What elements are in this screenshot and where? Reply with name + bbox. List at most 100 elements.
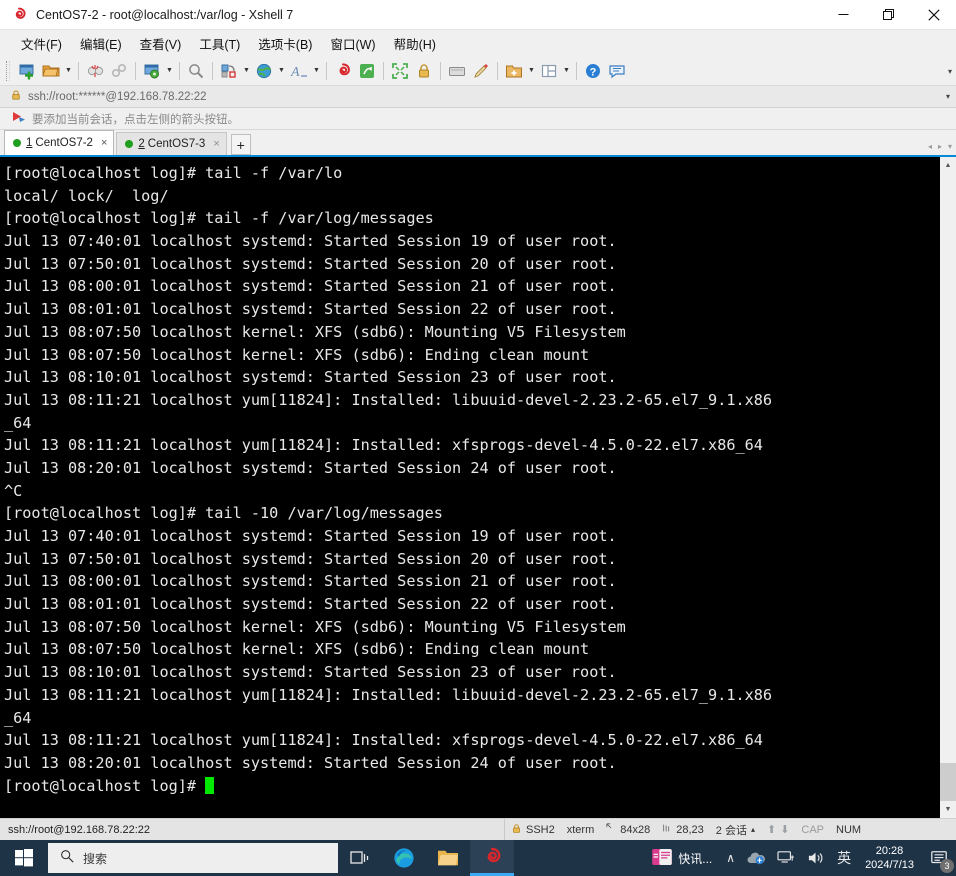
tab-centos7-3[interactable]: 2 CentOS7-3 × bbox=[116, 132, 227, 155]
scroll-up-icon[interactable]: ▲ bbox=[940, 157, 956, 174]
tab-number: 2 bbox=[138, 138, 145, 150]
toolbar-overflow-icon[interactable]: ▾ bbox=[948, 56, 952, 86]
menu-edit[interactable]: 编辑(E) bbox=[71, 31, 131, 56]
terminal-line: Jul 13 08:00:01 localhost systemd: Start… bbox=[4, 572, 617, 591]
minimize-button[interactable] bbox=[821, 0, 866, 30]
status-protocol: SSH2 bbox=[505, 819, 561, 841]
start-windows-icon[interactable] bbox=[0, 840, 48, 876]
tab-status-dot-icon bbox=[13, 139, 21, 147]
keyboard-icon[interactable] bbox=[445, 59, 469, 83]
session-properties-icon[interactable] bbox=[140, 59, 164, 83]
disconnect-icon[interactable] bbox=[83, 59, 107, 83]
window-controls bbox=[821, 0, 956, 30]
terminal-line: Jul 13 08:11:21 localhost yum[11824]: In… bbox=[4, 731, 763, 750]
fullscreen-icon[interactable] bbox=[388, 59, 412, 83]
tab-number: 1 bbox=[26, 137, 33, 149]
scrollbar-thumb[interactable] bbox=[940, 763, 956, 801]
red-arrow-icon[interactable] bbox=[12, 110, 26, 128]
xshell-spiral-icon bbox=[6, 0, 32, 30]
link-icon[interactable] bbox=[107, 59, 131, 83]
open-folder-icon[interactable] bbox=[39, 59, 63, 83]
tab-list-menu-icon[interactable]: ▾ bbox=[948, 142, 952, 151]
xshell-icon[interactable] bbox=[331, 59, 355, 83]
menu-tools[interactable]: 工具(T) bbox=[190, 31, 249, 56]
terminal-area: [root@localhost log]# tail -f /var/lo loc… bbox=[0, 155, 956, 818]
status-bar: ssh://root@192.168.78.22:22 SSH2 xterm 8… bbox=[0, 818, 956, 841]
session-count-caret-icon[interactable]: ▴ bbox=[751, 825, 755, 834]
terminal-line: Jul 13 07:50:01 localhost systemd: Start… bbox=[4, 254, 617, 273]
toolbar-grip[interactable] bbox=[6, 60, 10, 81]
status-protocol-label: SSH2 bbox=[526, 823, 555, 836]
status-cursor-label: 28,23 bbox=[676, 823, 704, 836]
scrollbar-track[interactable] bbox=[940, 174, 956, 801]
hint-bar: 要添加当前会话，点击左侧的箭头按钮。 bbox=[0, 108, 956, 130]
terminal-line: Jul 13 08:07:50 localhost kernel: XFS (s… bbox=[4, 640, 590, 659]
menu-window[interactable]: 窗口(W) bbox=[321, 31, 384, 56]
task-view-icon[interactable] bbox=[338, 840, 382, 876]
font-dropdown-icon[interactable]: ▼ bbox=[311, 59, 322, 83]
address-bar[interactable]: ssh://root:******@192.168.78.22:22 ▾ bbox=[0, 86, 956, 108]
globe-dropdown-icon[interactable]: ▼ bbox=[276, 59, 287, 83]
transfer-dropdown-icon[interactable]: ▼ bbox=[241, 59, 252, 83]
new-session-icon[interactable] bbox=[15, 59, 39, 83]
file-explorer-icon[interactable] bbox=[426, 840, 470, 876]
open-folder-dropdown-icon[interactable]: ▼ bbox=[63, 59, 74, 83]
status-session-count-label: 2 会话 bbox=[715, 824, 747, 837]
lock-icon[interactable] bbox=[412, 59, 436, 83]
volume-icon[interactable] bbox=[801, 840, 831, 876]
layout-dropdown-icon[interactable]: ▼ bbox=[561, 59, 572, 83]
layout-icon[interactable] bbox=[537, 59, 561, 83]
terminal-line: Jul 13 07:40:01 localhost systemd: Start… bbox=[4, 527, 617, 545]
tab-centos7-2[interactable]: 1 CentOS7-2 × bbox=[4, 130, 115, 155]
toolbar: ▼ ▼ ▼ ▼ A ▼ ▼ ▼ ? ▾ bbox=[0, 56, 956, 86]
network-icon[interactable] bbox=[771, 840, 801, 876]
session-properties-dropdown-icon[interactable]: ▼ bbox=[164, 59, 175, 83]
close-button[interactable] bbox=[911, 0, 956, 30]
find-icon[interactable] bbox=[184, 59, 208, 83]
lock-icon bbox=[511, 823, 522, 837]
tab-close-icon[interactable]: × bbox=[101, 137, 107, 149]
status-session-count[interactable]: 2 会话 ▴ bbox=[710, 819, 761, 841]
add-folder-dropdown-icon[interactable]: ▼ bbox=[526, 59, 537, 83]
edge-browser-icon[interactable] bbox=[382, 840, 426, 876]
toolbar-separator bbox=[78, 61, 79, 80]
download-arrow-icon: ⬇ bbox=[780, 824, 790, 836]
ime-indicator[interactable]: 英 bbox=[831, 840, 857, 876]
onedrive-icon[interactable] bbox=[741, 840, 771, 876]
scroll-down-icon[interactable]: ▼ bbox=[940, 801, 956, 818]
terminal-output[interactable]: [root@localhost log]# tail -f /var/lo loc… bbox=[0, 157, 939, 818]
transfer-icon[interactable] bbox=[217, 59, 241, 83]
menu-help[interactable]: 帮助(H) bbox=[385, 31, 445, 56]
tray-expand-chevron-icon[interactable]: ∧ bbox=[720, 840, 741, 876]
terminal-line: Jul 13 08:11:21 localhost yum[11824]: In… bbox=[4, 436, 763, 455]
menu-tabs[interactable]: 选项卡(B) bbox=[249, 31, 321, 56]
font-icon[interactable]: A bbox=[287, 59, 311, 83]
news-and-interests[interactable]: 快讯... bbox=[644, 840, 720, 876]
maximize-restore-button[interactable] bbox=[866, 0, 911, 30]
address-dropdown-icon[interactable]: ▾ bbox=[946, 92, 950, 101]
globe-icon[interactable] bbox=[252, 59, 276, 83]
new-tab-button[interactable]: + bbox=[230, 134, 251, 155]
status-size-label: 84x28 bbox=[620, 823, 651, 836]
menu-view[interactable]: 查看(V) bbox=[131, 31, 191, 56]
terminal-line: Jul 13 08:07:50 localhost kernel: XFS (s… bbox=[4, 322, 626, 341]
taskbar-clock[interactable]: 20:28 2024/7/13 bbox=[857, 840, 922, 876]
menu-file[interactable]: 文件(F) bbox=[12, 31, 71, 56]
help-icon[interactable]: ? bbox=[581, 59, 605, 83]
feedback-icon[interactable] bbox=[605, 59, 629, 83]
terminal-line: Jul 13 08:11:21 localhost yum[11824]: In… bbox=[4, 390, 773, 409]
xshell-taskbar-icon[interactable] bbox=[470, 840, 514, 876]
status-session: ssh://root@192.168.78.22:22 bbox=[0, 818, 505, 841]
taskbar-search-box[interactable]: 搜索 bbox=[48, 843, 338, 873]
xftp-icon[interactable] bbox=[355, 59, 379, 83]
terminal-line: ^C bbox=[4, 481, 23, 500]
highlight-icon[interactable] bbox=[469, 59, 493, 83]
notification-center-button[interactable]: 3 bbox=[922, 840, 956, 876]
terminal-scrollbar[interactable]: ▲ ▼ bbox=[939, 157, 956, 818]
tab-scroll-right-icon[interactable]: ▸ bbox=[938, 142, 942, 151]
window-title: CentOS7-2 - root@localhost:/var/log - Xs… bbox=[36, 7, 294, 22]
add-folder-icon[interactable] bbox=[502, 59, 526, 83]
toolbar-separator bbox=[497, 61, 498, 80]
tab-close-icon[interactable]: × bbox=[213, 138, 219, 150]
tab-scroll-left-icon[interactable]: ◂ bbox=[928, 142, 932, 151]
